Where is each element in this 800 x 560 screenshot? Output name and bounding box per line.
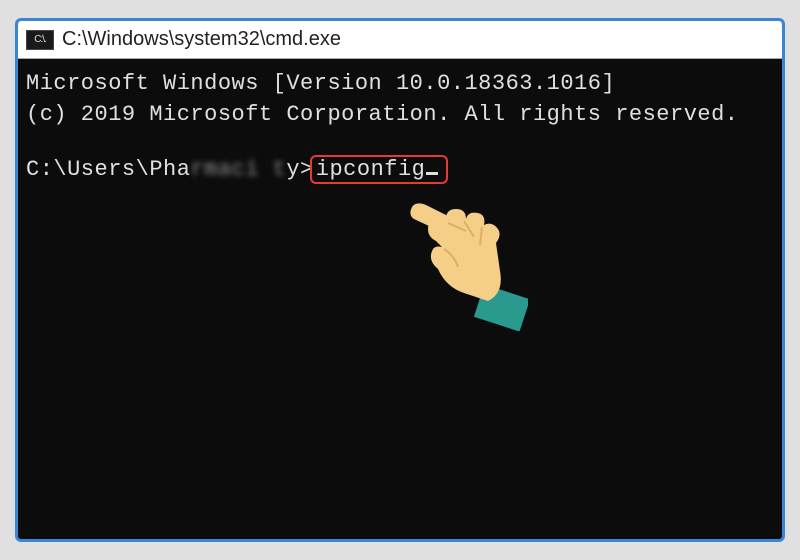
prompt-line: C:\Users\Pha rmaci t y> ipconfig [26, 155, 774, 186]
cmd-icon: C:\. [26, 30, 54, 50]
highlight-box: ipconfig [310, 155, 449, 184]
pointing-hand-icon [408, 201, 528, 331]
command-highlight: ipconfig [314, 155, 449, 186]
cmd-icon-label: C:\. [34, 34, 46, 45]
prompt-path-blurred: rmaci t [190, 155, 286, 186]
window-title: C:\Windows\system32\cmd.exe [62, 28, 341, 51]
command-text: ipconfig [316, 157, 426, 182]
cmd-window: C:\. C:\Windows\system32\cmd.exe Microso… [15, 18, 785, 542]
cursor [426, 172, 438, 175]
title-bar[interactable]: C:\. C:\Windows\system32\cmd.exe [18, 21, 782, 59]
terminal-header-line-2: (c) 2019 Microsoft Corporation. All righ… [26, 100, 774, 131]
terminal-area[interactable]: Microsoft Windows [Version 10.0.18363.10… [18, 59, 782, 195]
terminal-header-line-1: Microsoft Windows [Version 10.0.18363.10… [26, 69, 774, 100]
prompt-path-prefix: C:\Users\Pha [26, 155, 190, 186]
